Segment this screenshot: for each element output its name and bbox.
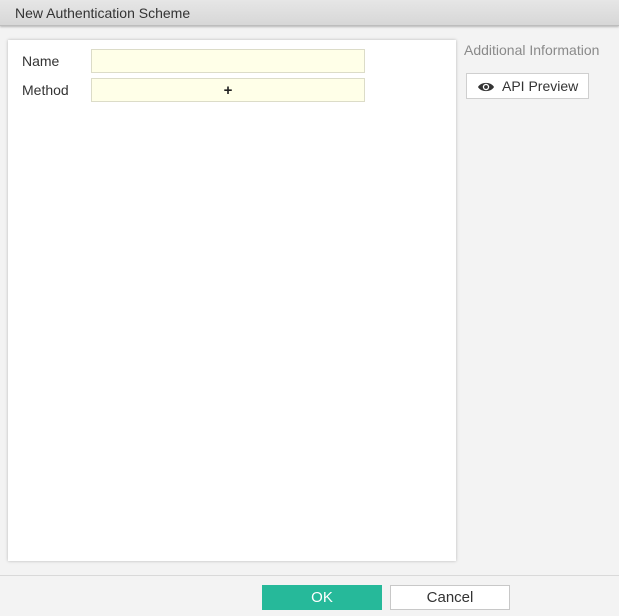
dialog-title-bar: New Authentication Scheme	[0, 0, 619, 26]
dialog-footer: OK Cancel	[0, 575, 619, 616]
eye-icon	[477, 80, 495, 92]
form-panel: Name Method +	[8, 40, 456, 561]
plus-icon: +	[223, 81, 233, 99]
additional-information-heading: Additional Information	[464, 42, 600, 58]
method-add-field[interactable]: +	[91, 78, 365, 102]
name-input[interactable]	[91, 49, 365, 73]
dialog-title: New Authentication Scheme	[15, 5, 191, 21]
api-preview-label: API Preview	[502, 78, 579, 94]
ok-button[interactable]: OK	[262, 585, 382, 610]
method-row: Method +	[8, 78, 456, 102]
cancel-button[interactable]: Cancel	[390, 585, 510, 610]
name-label: Name	[22, 53, 60, 69]
name-row: Name	[8, 49, 456, 73]
api-preview-button[interactable]: API Preview	[466, 73, 589, 99]
method-label: Method	[22, 82, 69, 98]
